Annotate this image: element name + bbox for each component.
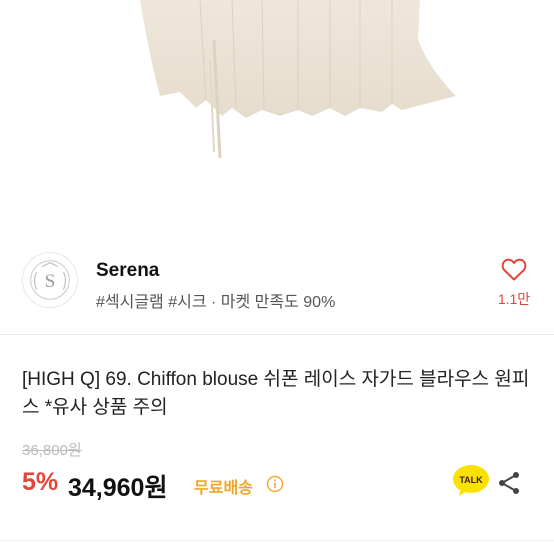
price-row: 5% 34,960원 무료배송 TALK: [22, 464, 542, 502]
heart-icon: [501, 258, 527, 281]
kakao-talk-icon[interactable]: TALK: [452, 464, 490, 498]
svg-text:S: S: [45, 271, 56, 292]
seller-tags: #섹시글램 #시크 · 마켓 만족도 90%: [96, 294, 336, 311]
seller-row[interactable]: S Serena #섹시글램 #시크 · 마켓 만족도 90% 1.1만: [0, 248, 554, 324]
info-icon[interactable]: [266, 475, 284, 493]
talk-label: TALK: [459, 475, 483, 485]
divider: [0, 334, 554, 335]
sale-price: 34,960원: [68, 474, 168, 502]
free-shipping-label: 무료배송: [194, 480, 253, 497]
product-image[interactable]: [0, 0, 554, 240]
seller-crest-icon: S: [30, 260, 70, 300]
divider: [0, 540, 554, 541]
blouse-photo: [140, 0, 456, 159]
product-title: [HIGH Q] 69. Chiffon blouse 쉬폰 레이스 자가드 블…: [22, 369, 530, 418]
like-button[interactable]: 1.1만: [490, 258, 538, 309]
discount-rate: 5%: [22, 468, 59, 496]
share-icon[interactable]: [496, 470, 522, 496]
seller-name[interactable]: Serena: [96, 260, 159, 282]
original-price: 36,800원: [22, 442, 82, 459]
like-count: 1.1만: [497, 291, 531, 307]
seller-logo[interactable]: S: [22, 252, 78, 308]
